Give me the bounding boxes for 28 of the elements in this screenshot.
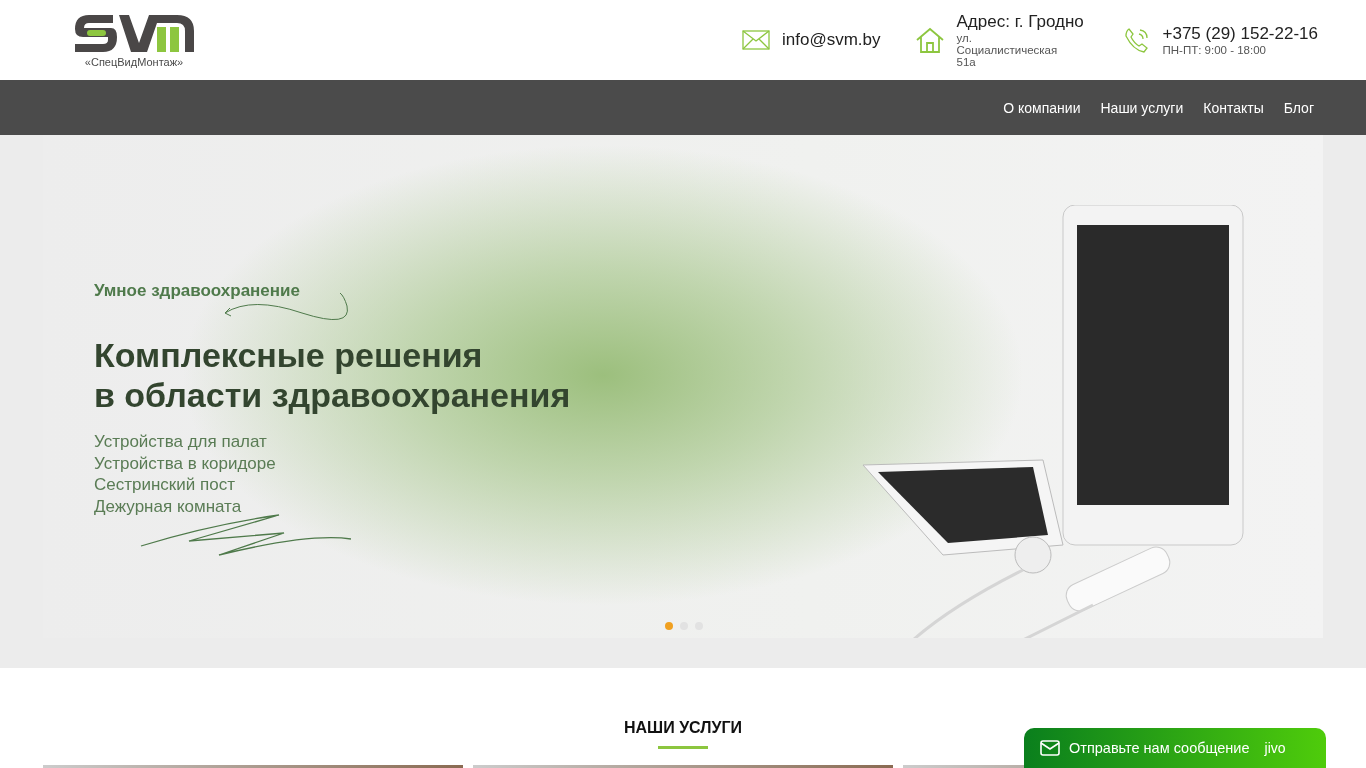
envelope-icon: [742, 30, 770, 50]
nav-link[interactable]: Наши услуги: [1100, 99, 1184, 116]
slider-dot[interactable]: [665, 622, 673, 630]
house-icon: [914, 27, 945, 53]
nav-link[interactable]: О компании: [1003, 99, 1081, 116]
address-line: 51а: [956, 56, 977, 68]
phone-icon: [1122, 26, 1151, 54]
hero-item: Дежурная комната: [94, 495, 243, 517]
hero-title: в области здравоохранения: [94, 375, 571, 415]
heading-underline: [658, 746, 708, 749]
address-title: Адрес: г. Гродно: [956, 12, 1085, 32]
hero-item: Устройства для палат: [94, 431, 268, 453]
envelope-icon: [1040, 740, 1060, 756]
email-link[interactable]: info@svm.by: [782, 30, 881, 50]
hero-eyebrow: Умное здравоохранение: [94, 281, 301, 301]
logo-caption: «СпецВидМонтаж»: [84, 55, 184, 68]
working-hours: ПН-ПТ: 9:00 - 18:00: [1162, 44, 1267, 56]
section-heading: НАШИ УСЛУГИ: [624, 719, 742, 737]
chat-brand: jivo: [1264, 740, 1286, 756]
address-line: Социалистическая: [956, 44, 1059, 56]
nav-link[interactable]: Блог: [1283, 99, 1314, 116]
hero-title: Комплексные решения: [94, 335, 484, 375]
hero-item: Устройства в коридоре: [94, 452, 277, 474]
address-line: ул.: [956, 32, 973, 44]
logo-icon: [73, 12, 195, 55]
hero-item: Сестринский пост: [94, 474, 236, 496]
nav-link[interactable]: Контакты: [1203, 99, 1264, 116]
phone-number[interactable]: +375 (29) 152-22-16: [1162, 24, 1318, 44]
